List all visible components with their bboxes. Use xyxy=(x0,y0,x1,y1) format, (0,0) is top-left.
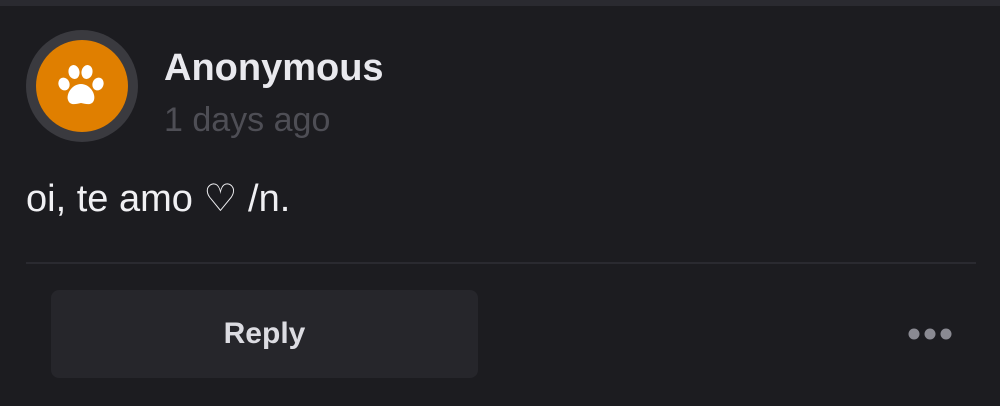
top-divider xyxy=(0,0,1000,6)
paw-icon xyxy=(58,65,104,105)
comment-card: Anonymous 1 days ago oi, te amo ♡ /n. Re… xyxy=(0,0,1000,406)
avatar[interactable] xyxy=(26,30,138,142)
author-name[interactable]: Anonymous xyxy=(164,44,384,92)
divider xyxy=(26,262,976,264)
reply-label: Reply xyxy=(223,317,306,350)
more-horizontal-icon xyxy=(908,328,952,340)
comment-text: oi, te amo ♡ /n. xyxy=(26,178,291,220)
more-options-button[interactable] xyxy=(904,318,956,350)
post-timestamp: 1 days ago xyxy=(164,101,331,139)
reply-button[interactable]: Reply xyxy=(51,290,478,378)
avatar-circle xyxy=(36,40,128,132)
